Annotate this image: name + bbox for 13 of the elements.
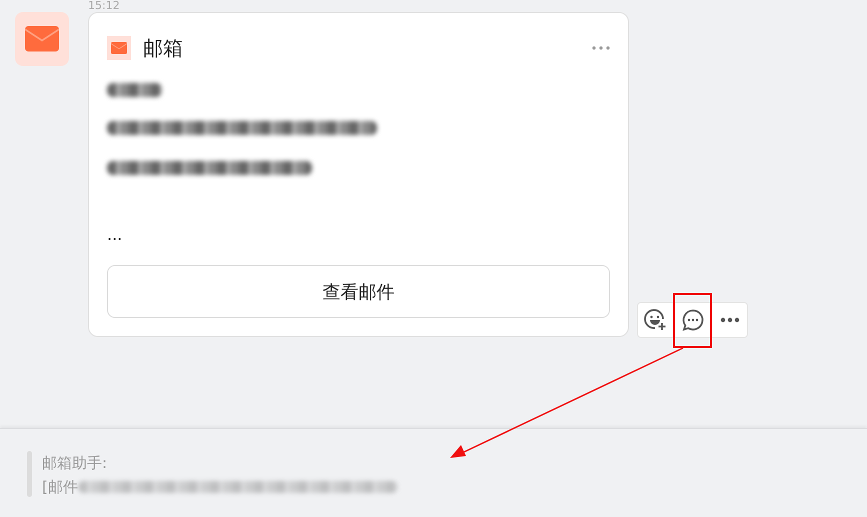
more-icon (720, 317, 740, 323)
chat-bubble-icon (680, 308, 704, 332)
more-icon[interactable] (592, 46, 610, 50)
envelope-icon (111, 42, 127, 54)
emoji-add-icon (644, 308, 668, 332)
envelope-icon (25, 26, 59, 52)
card-title: 邮箱 (143, 34, 184, 62)
quote-text: [邮件 (42, 477, 78, 498)
view-mail-button[interactable]: 查看邮件 (107, 265, 610, 318)
timestamp: 15:12 (88, 0, 121, 12)
body-ellipsis: ... (107, 225, 124, 245)
redacted-text (107, 83, 162, 97)
quote-author: 邮箱助手: (42, 453, 108, 474)
